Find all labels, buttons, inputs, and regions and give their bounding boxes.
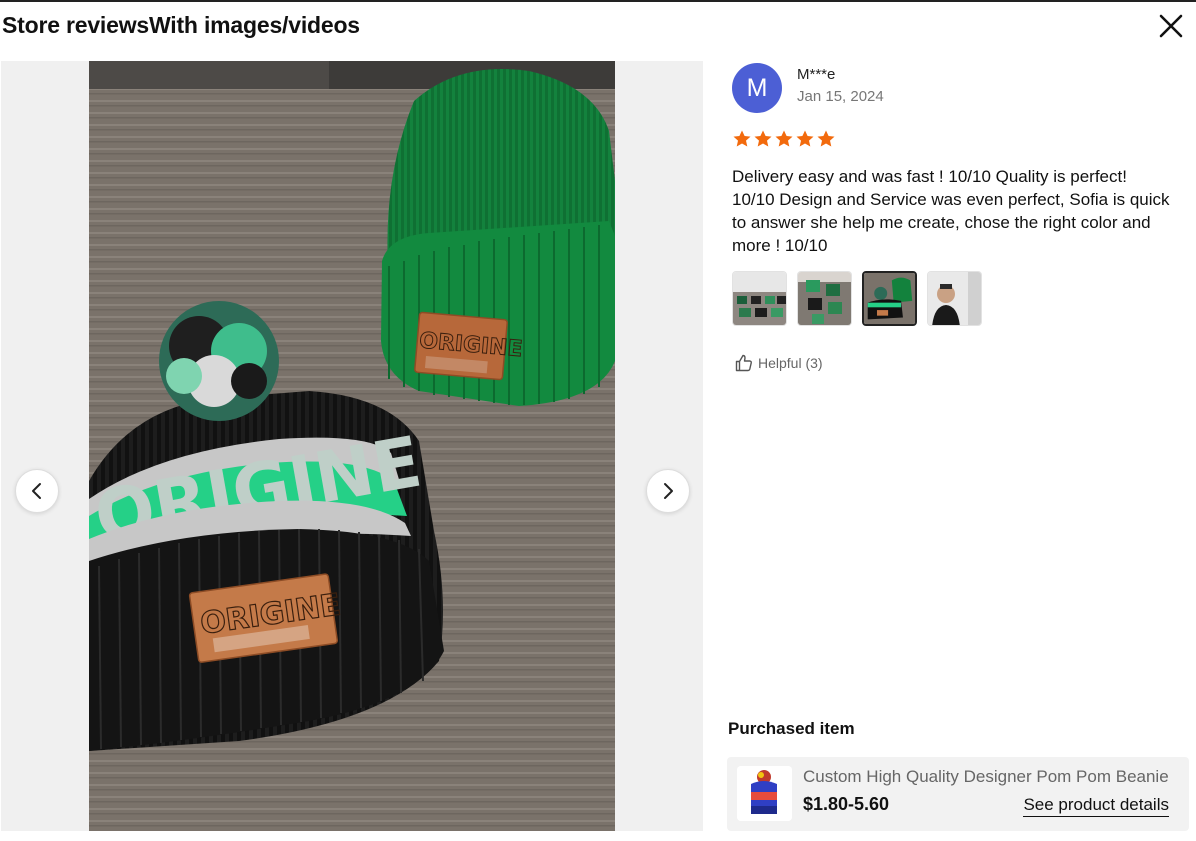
product-name[interactable]: Custom High Quality Designer Pom Pom Bea… (803, 767, 1173, 787)
thumbnail-image (798, 272, 851, 325)
thumbnail-image (928, 272, 981, 325)
product-image (737, 766, 792, 821)
product-price: $1.80-5.60 (803, 794, 890, 814)
avatar: M (732, 63, 782, 113)
next-image-button[interactable] (646, 469, 690, 513)
see-product-details-link[interactable]: See product details (1023, 795, 1169, 817)
purchased-item-card[interactable]: Custom High Quality Designer Pom Pom Bea… (727, 757, 1189, 831)
thumbnail-image (733, 272, 786, 325)
thumbnail-image (864, 273, 915, 324)
page-title: Store reviewsWith images/videos (2, 12, 360, 38)
helpful-button[interactable]: Helpful (3) (734, 353, 823, 373)
close-icon (1159, 14, 1183, 38)
review-text: Delivery easy and was fast ! 10/10 Quali… (732, 167, 1170, 255)
media-viewer: ORIGINE ORIGINE ORIGINE (1, 61, 703, 831)
purchased-item-heading: Purchased item (728, 719, 855, 738)
helpful-label: Helpful (3) (758, 355, 823, 371)
product-thumbnail (737, 766, 792, 821)
thumbnail-2[interactable] (797, 271, 852, 326)
reviewer-name: M***e (797, 66, 836, 83)
star-icon (754, 130, 772, 147)
thumbnail-1[interactable] (732, 271, 787, 326)
review-thumbnails (732, 271, 982, 326)
thumbnail-4[interactable] (927, 271, 982, 326)
star-icon (796, 130, 814, 147)
chevron-right-icon (664, 483, 673, 499)
previous-image-button[interactable] (15, 469, 59, 513)
review-photo: ORIGINE ORIGINE ORIGINE (89, 61, 615, 831)
star-icon (775, 130, 793, 147)
thumbnail-3[interactable] (862, 271, 917, 326)
review-date: Jan 15, 2024 (797, 88, 884, 105)
star-icon (817, 130, 835, 147)
thumbs-up-icon (735, 354, 752, 372)
chevron-left-icon (32, 483, 41, 499)
close-button[interactable] (1157, 12, 1185, 40)
top-border (0, 0, 1196, 2)
star-icon (733, 130, 751, 147)
star-rating (732, 129, 836, 149)
